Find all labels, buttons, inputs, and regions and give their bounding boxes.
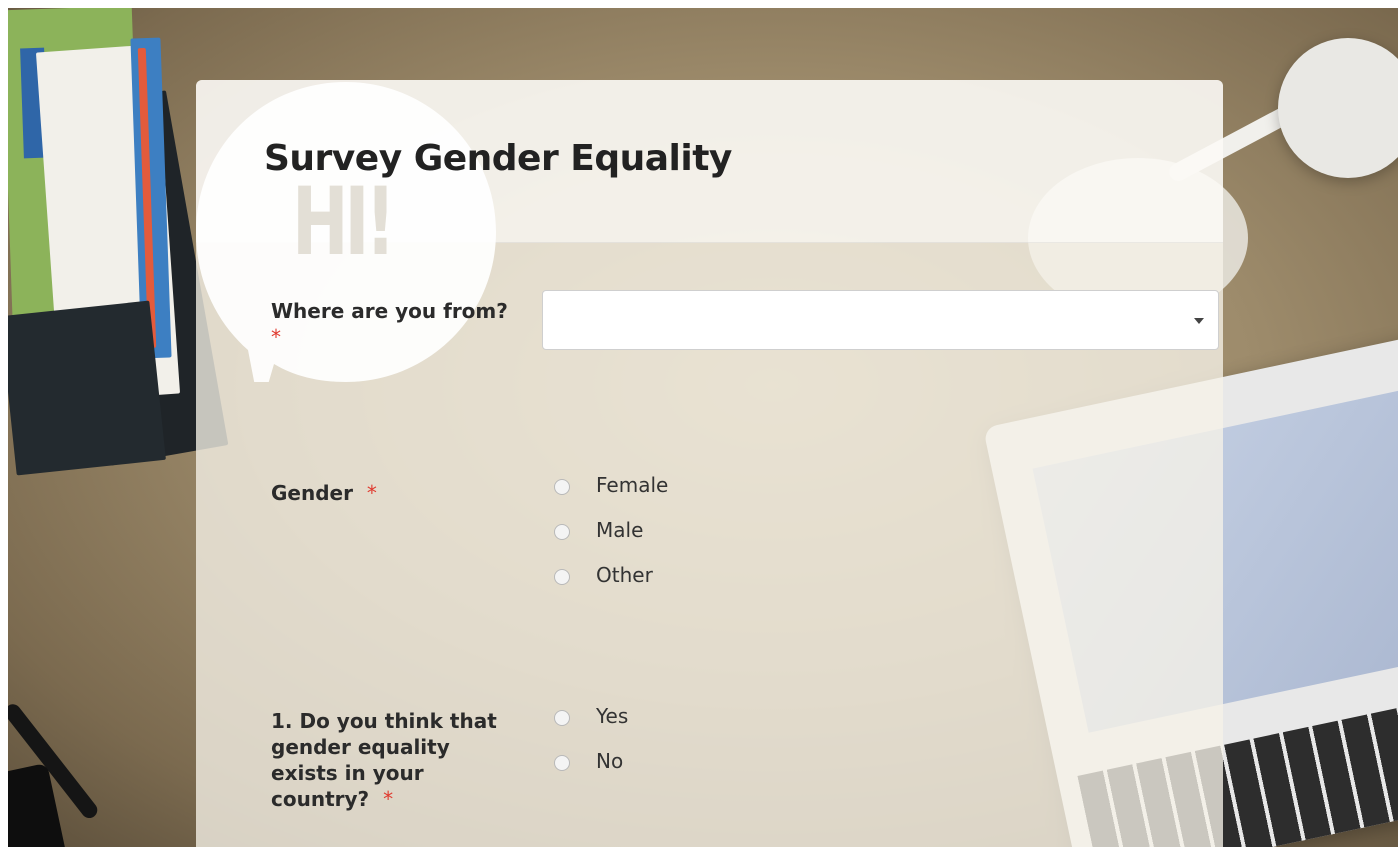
question-1-line: country?: [271, 787, 370, 811]
required-marker: *: [271, 325, 281, 349]
question-origin-label: Where are you from? *: [271, 298, 508, 350]
radio-button[interactable]: [554, 524, 570, 540]
question-1-label: 1. Do you think that gender equality exi…: [271, 708, 497, 812]
book-bottom: [8, 300, 166, 476]
question-origin-text: Where are you from?: [271, 299, 508, 323]
radio-button[interactable]: [554, 569, 570, 585]
country-select[interactable]: [542, 290, 1219, 350]
lamp-base: [1278, 38, 1398, 178]
required-marker: *: [383, 787, 394, 811]
radio-label[interactable]: No: [596, 748, 623, 774]
question-1-line: exists in your: [271, 761, 424, 785]
question-gender-label: Gender *: [271, 480, 377, 506]
question-1-line: gender equality: [271, 735, 450, 759]
survey-card: HI! Survey Gender Equality Where are you…: [196, 80, 1223, 847]
page-title: Survey Gender Equality: [264, 138, 732, 179]
radio-label[interactable]: Yes: [596, 703, 628, 729]
radio-button[interactable]: [554, 755, 570, 771]
radio-label[interactable]: Male: [596, 517, 643, 543]
radio-button[interactable]: [554, 710, 570, 726]
question-gender-text: Gender: [271, 481, 353, 505]
question-1-line: 1. Do you think that: [271, 709, 497, 733]
radio-label[interactable]: Female: [596, 472, 668, 498]
bubble-hi-text: HI!: [292, 168, 396, 277]
caret-down-icon[interactable]: [1194, 318, 1204, 324]
required-marker: *: [366, 481, 377, 505]
radio-button[interactable]: [554, 479, 570, 495]
radio-label[interactable]: Other: [596, 562, 653, 588]
